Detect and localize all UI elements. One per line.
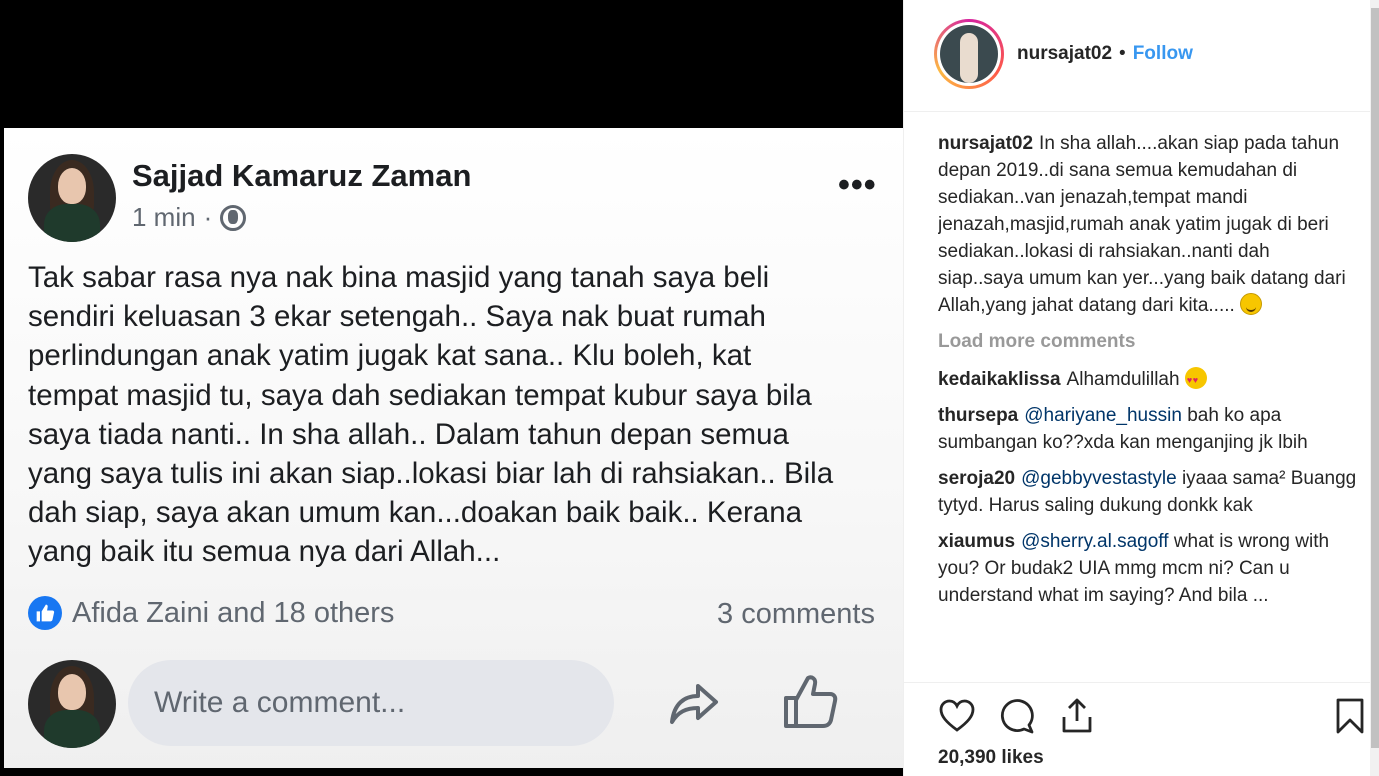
comment-text: Alhamdulillah: [1066, 369, 1180, 390]
header-dot: •: [1119, 43, 1126, 64]
author-avatar: [28, 154, 116, 242]
post-reactions: Afida Zaini and 18 others: [28, 596, 394, 630]
follow-button[interactable]: Follow: [1133, 43, 1193, 65]
comment-item: seroja20 @gebbyvestastyle iyaaa sama² Bua…: [938, 465, 1358, 519]
comment-mention[interactable]: @sherry.al.sagoff: [1021, 531, 1168, 552]
heart-eyes-emoji-icon: [1184, 367, 1207, 394]
meta-separator: ·: [203, 202, 213, 232]
write-comment-box: Write a comment...: [128, 660, 614, 746]
caption-username[interactable]: nursajat02: [938, 133, 1033, 154]
share-icon: [670, 684, 718, 724]
post-meta: 1 min ·: [132, 202, 247, 233]
caption-text: In sha allah....akan siap pada tahun dep…: [938, 133, 1346, 316]
post-time: 1 min: [132, 202, 196, 232]
comments-count: 3 comments: [717, 598, 875, 630]
scrollbar-thumb[interactable]: [1371, 8, 1379, 748]
comment-mention[interactable]: @gebbyvestastyle: [1021, 468, 1177, 489]
comment-username[interactable]: xiaumus: [938, 531, 1015, 552]
facebook-post-card: Sajjad Kamaruz Zaman 1 min · ••• Tak sab…: [4, 128, 903, 768]
header-username[interactable]: nursajat02: [1017, 43, 1112, 65]
comment-username[interactable]: thursepa: [938, 405, 1018, 426]
load-more-comments[interactable]: Load more comments: [938, 328, 1358, 355]
header-user-line: nursajat02 • Follow: [1017, 43, 1193, 65]
comment-username[interactable]: kedaikaklissa: [938, 369, 1061, 390]
globe-icon: [220, 204, 247, 231]
profile-avatar[interactable]: [934, 19, 1004, 89]
smile-emoji-icon: [1240, 293, 1263, 315]
comment-item: xiaumus @sherry.al.sagoff what is wrong w…: [938, 528, 1358, 609]
screen: Sajjad Kamaruz Zaman 1 min · ••• Tak sab…: [0, 0, 1379, 776]
caption: nursajat02 In sha allah....akan siap pada…: [938, 130, 1358, 319]
more-options-icon: •••: [838, 166, 877, 204]
reactions-text: Afida Zaini and 18 others: [72, 596, 395, 629]
instagram-sidebar: nursajat02 • Follow nursajat02 In sha all…: [903, 0, 1379, 776]
comment-icon[interactable]: [998, 697, 1036, 735]
likes-count[interactable]: 20,390 likes: [938, 747, 1044, 769]
bookmark-icon[interactable]: [1334, 697, 1366, 735]
commenter-avatar: [28, 660, 116, 748]
share-icon[interactable]: [1058, 697, 1096, 735]
post-header: nursajat02 • Follow: [904, 0, 1370, 112]
thumbs-up-icon: [784, 675, 838, 728]
post-photo: Sajjad Kamaruz Zaman 1 min · ••• Tak sab…: [0, 0, 903, 776]
heart-icon[interactable]: [938, 697, 976, 735]
comment-username[interactable]: seroja20: [938, 468, 1015, 489]
comments-list: nursajat02 In sha allah....akan siap pada…: [938, 130, 1358, 680]
post-text: Tak sabar rasa nya nak bina masjid yang …: [28, 261, 834, 569]
comment-mention[interactable]: @hariyane_hussin: [1024, 405, 1182, 426]
like-badge-icon: [28, 596, 62, 630]
scrollbar[interactable]: [1370, 0, 1379, 776]
comment-item: thursepa @hariyane_hussin bah ko apa sumb…: [938, 402, 1358, 456]
comment-item: kedaikaklissa Alhamdulillah: [938, 366, 1358, 394]
post-author: Sajjad Kamaruz Zaman: [132, 158, 472, 193]
action-bar: 20,390 likes: [904, 682, 1370, 776]
